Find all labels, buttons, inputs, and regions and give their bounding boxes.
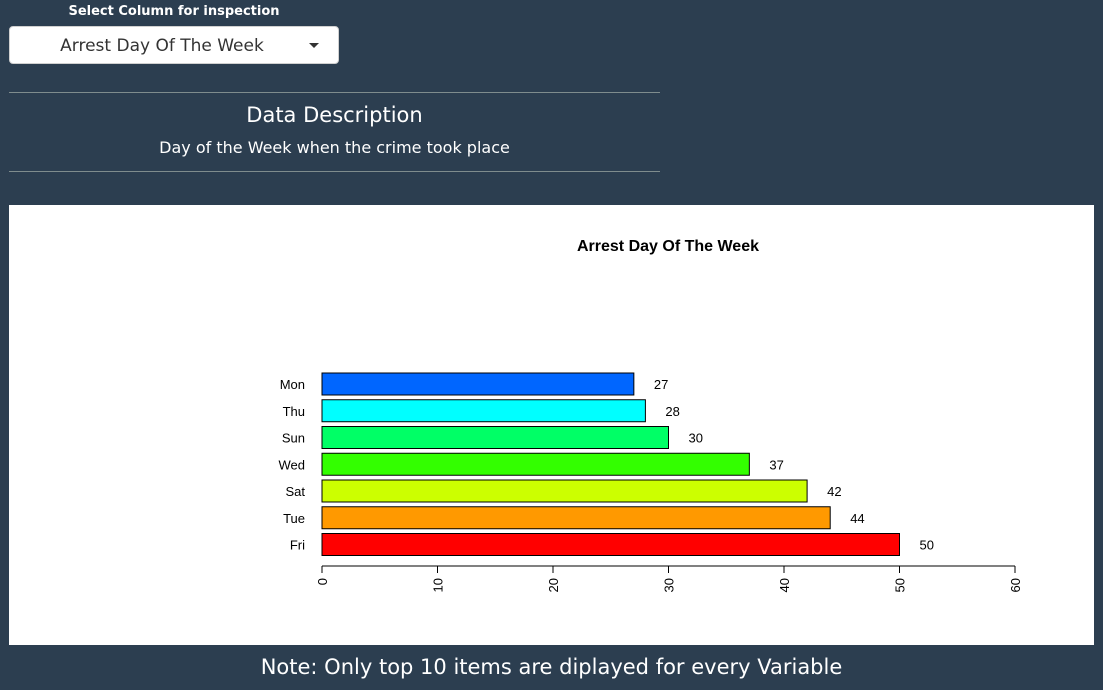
data-label: 27 [654,377,668,392]
category-label: Wed [279,457,306,472]
bar-chart: Arrest Day Of The Week Mon 27 Thu 28 Sun 30 Wed… [279,238,1024,592]
x-tick-label: 50 [893,578,908,592]
bar-tue [321,506,831,530]
bar-mon [321,372,635,396]
category-label: Sun [282,431,305,446]
x-tick-label: 20 [546,578,561,592]
bar-sun [321,426,669,449]
bar-wed [321,452,750,476]
plot-panel: Arrest Day Of The Week Mon 27 Thu 28 Sun 30 Wed… [9,205,1094,645]
divider-bottom [9,171,660,172]
select-value: Arrest Day Of The Week [60,36,264,56]
category-label: Sat [285,484,305,499]
bar-fri [321,533,900,556]
data-label: 28 [665,404,679,419]
data-label: 50 [920,538,934,553]
category-label: Fri [290,538,305,553]
bar-sat [321,479,808,503]
description-text: Day of the Week when the crime took plac… [159,138,510,157]
data-label: 44 [850,511,864,526]
category-label: Mon [280,377,305,392]
category-label: Thu [283,404,305,419]
divider-top [9,92,660,93]
footer-note: Note: Only top 10 items are diplayed for… [260,655,843,679]
chart-title: Arrest Day Of The Week [577,238,759,255]
bar-thu [321,399,646,423]
x-tick-label: 60 [1008,578,1023,592]
x-tick-label: 0 [315,578,330,585]
data-label: 37 [769,457,783,472]
x-tick-label: 30 [662,578,677,592]
column-select-dropdown[interactable]: Arrest Day Of The Week [9,26,339,64]
description-title: Data Description [246,103,423,127]
category-label: Tue [283,511,305,526]
x-tick-label: 10 [431,578,446,592]
select-label: Select Column for inspection [68,4,280,19]
x-tick-label: 40 [777,578,792,592]
caret-down-icon[interactable] [309,43,319,48]
data-label: 42 [827,484,841,499]
data-label: 30 [689,431,703,446]
